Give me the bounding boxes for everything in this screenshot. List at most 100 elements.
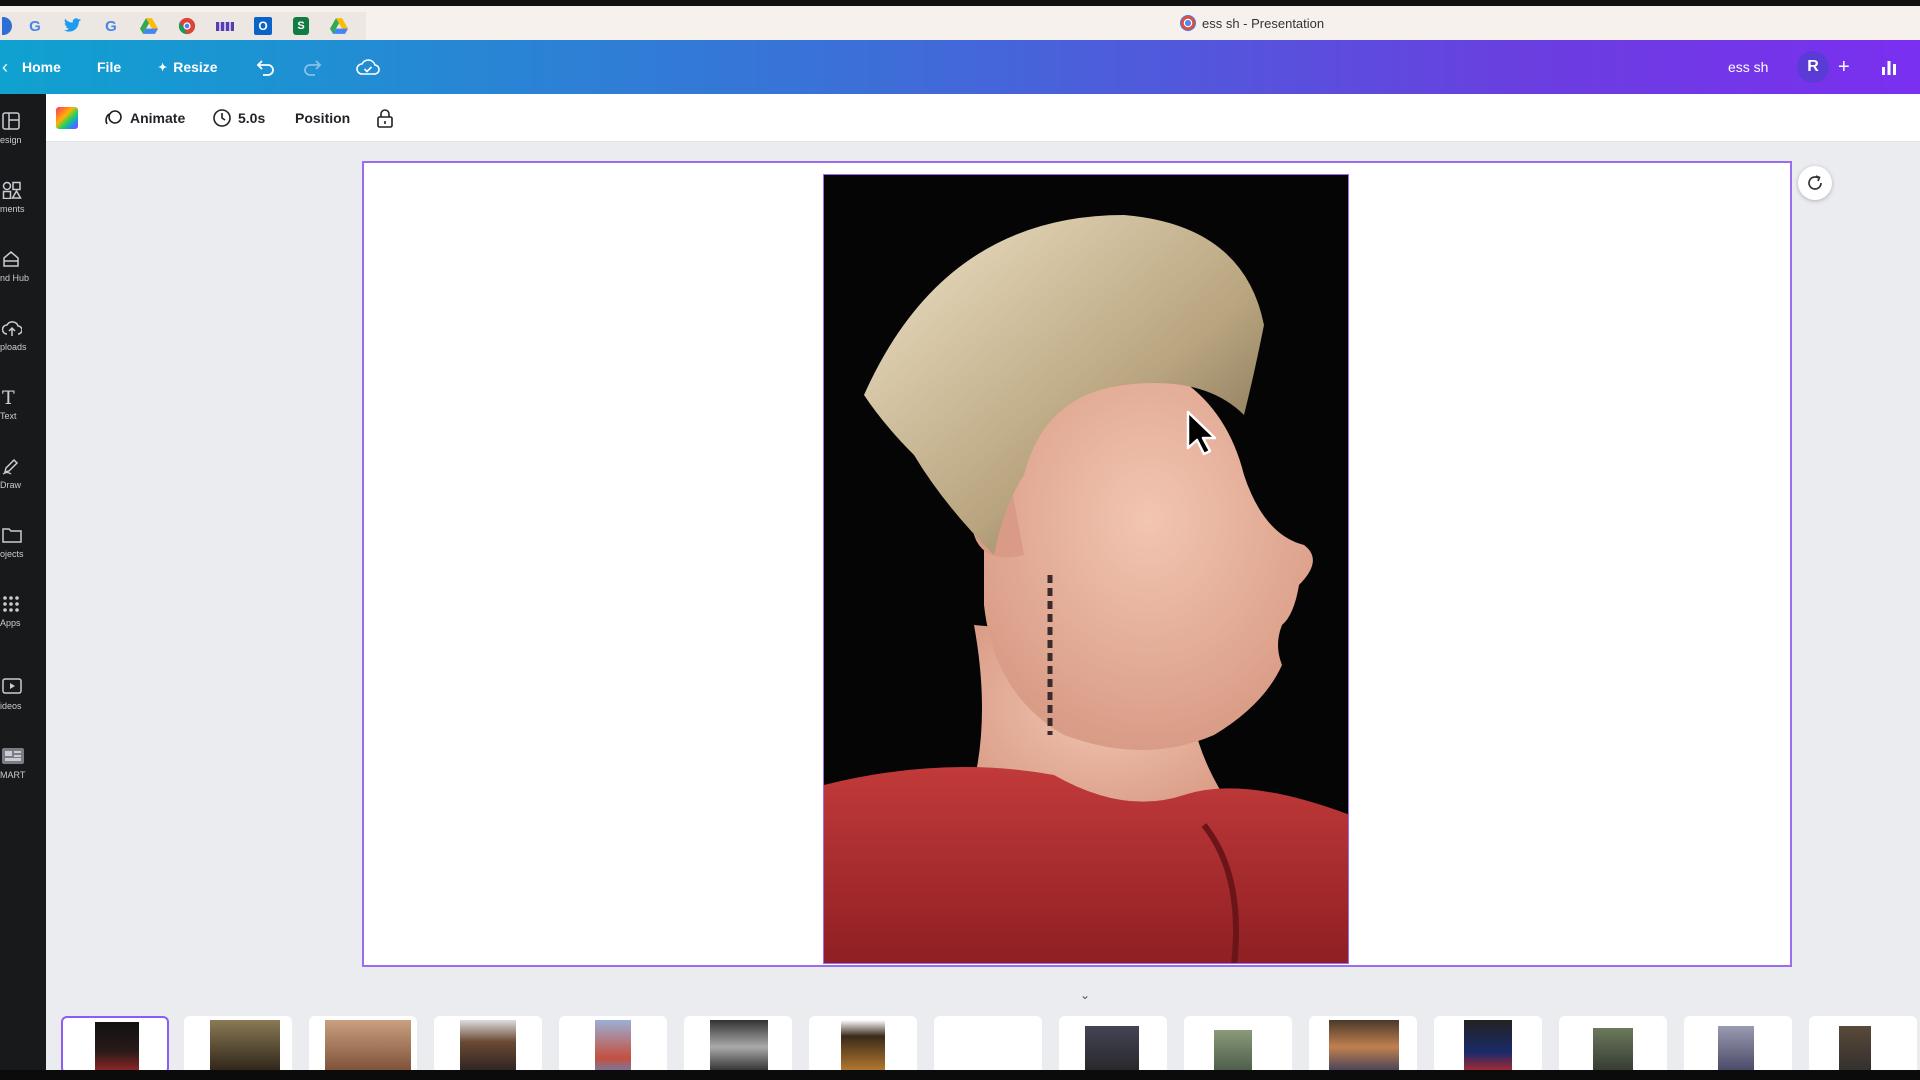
sidebar-item-apps[interactable]: Apps <box>0 583 46 639</box>
text-icon: T <box>2 386 15 409</box>
sidebar-item-videos[interactable]: ideos <box>0 666 46 722</box>
thumbnail-image <box>710 1020 768 1074</box>
file-menu-button[interactable]: File <box>97 40 121 94</box>
design-icon <box>0 111 22 132</box>
thumbnail-image <box>1464 1020 1512 1074</box>
resize-button[interactable]: ✦ Resize <box>158 40 218 94</box>
collapse-filmstrip-chevron-icon[interactable]: ⌄ <box>1075 988 1095 1004</box>
back-chevron-icon[interactable]: ‹ <box>2 40 8 94</box>
regenerate-button[interactable] <box>1798 166 1832 200</box>
cloud-saved-button[interactable] <box>356 40 380 94</box>
chrome-extension-icon[interactable] <box>172 14 202 38</box>
projects-icon <box>0 526 22 546</box>
thumbnail-image <box>1593 1028 1633 1074</box>
refresh-icon <box>1808 175 1822 190</box>
sidebar-item-projects[interactable]: ojects <box>0 514 46 570</box>
clock-icon <box>213 109 231 127</box>
brand-hub-icon <box>0 250 22 270</box>
slide-thumbnail-1[interactable] <box>61 1016 169 1074</box>
slide-thumbnail-9[interactable] <box>1059 1016 1167 1074</box>
uploads-icon <box>0 319 23 339</box>
thumbnail-image <box>595 1020 631 1074</box>
screen: G G O S ess sh - Presentation ‹ Home Fil… <box>0 0 1920 1080</box>
bookmark-blue-icon[interactable] <box>2 14 12 38</box>
slide-thumbnail-12[interactable] <box>1434 1016 1542 1074</box>
home-button[interactable]: Home <box>22 40 61 94</box>
slide-thumbnail-4[interactable] <box>434 1016 542 1074</box>
thumbnail-image <box>1214 1030 1252 1074</box>
thumbnail-image <box>460 1020 516 1074</box>
sidebar-item-draw[interactable]: Draw <box>0 445 46 501</box>
redo-icon <box>304 60 322 76</box>
thumbnail-image <box>841 1020 885 1074</box>
sidebar-item-label: ojects <box>0 548 24 559</box>
user-avatar[interactable]: R <box>1797 51 1829 83</box>
slide-thumbnail-10[interactable] <box>1184 1016 1292 1074</box>
slide-thumbnail-15[interactable] <box>1809 1016 1917 1074</box>
sidebar-item-smart[interactable]: MART <box>0 735 46 791</box>
editor-toolbar: Animate 5.0s Position <box>46 94 1920 142</box>
lock-button[interactable] <box>376 94 394 142</box>
google-icon[interactable]: G <box>96 14 126 38</box>
color-button[interactable] <box>56 94 78 142</box>
position-button[interactable]: Position <box>295 94 350 142</box>
drive-icon[interactable] <box>134 14 164 38</box>
sidebar-item-label: ments <box>0 203 25 214</box>
sidebar-item-design[interactable]: esign <box>0 100 46 156</box>
sidebar-item-brand-hub[interactable]: nd Hub <box>0 238 46 294</box>
videos-icon <box>0 677 22 698</box>
thumbnail-image <box>325 1020 411 1074</box>
slide-thumbnail-5[interactable] <box>559 1016 667 1074</box>
window-title-text: ess sh - Presentation <box>1202 15 1325 31</box>
duration-label: 5.0s <box>238 110 266 126</box>
screen-bottom-edge <box>0 1070 1920 1080</box>
sidebar-item-label: ideos <box>0 700 22 711</box>
drive-icon[interactable] <box>324 14 354 38</box>
redo-button[interactable] <box>302 40 322 94</box>
bar-chart-icon <box>1882 61 1896 75</box>
animate-button[interactable]: Animate <box>104 94 185 142</box>
undo-icon <box>256 60 274 76</box>
document-name[interactable]: ess sh <box>1728 40 1768 94</box>
bookmark-icon[interactable] <box>210 14 240 38</box>
google-icon[interactable]: G <box>20 14 50 38</box>
insights-button[interactable] <box>1880 40 1898 94</box>
twitter-icon[interactable] <box>58 14 88 38</box>
thumbnail-image <box>210 1020 280 1074</box>
undo-button[interactable] <box>256 40 276 94</box>
thumbnail-image <box>95 1022 139 1072</box>
window-title: ess sh - Presentation <box>1180 15 1324 31</box>
sidebar-item-text[interactable]: T Text <box>0 376 46 432</box>
sidebar-item-label: Text <box>0 410 17 421</box>
slide-thumbnail-8[interactable] <box>934 1016 1042 1074</box>
animate-icon <box>105 110 122 125</box>
slide-thumbnail-2[interactable] <box>184 1016 292 1074</box>
slide-thumbnail-3[interactable] <box>309 1016 417 1074</box>
resize-label: Resize <box>173 59 218 75</box>
slide-thumbnail-11[interactable] <box>1309 1016 1417 1074</box>
draw-icon <box>0 457 22 477</box>
slide-thumbnail-14[interactable] <box>1684 1016 1792 1074</box>
slide-thumbnail-6[interactable] <box>684 1016 792 1074</box>
left-sidebar: esign ments nd Hub ploads T Text Draw oj… <box>0 94 46 1074</box>
duration-button[interactable]: 5.0s <box>212 94 265 142</box>
thumbnail-image <box>1085 1026 1139 1074</box>
outlook-icon[interactable]: O <box>248 14 278 38</box>
portrait-photo[interactable] <box>823 174 1349 964</box>
cloud-check-icon <box>356 59 380 75</box>
sidebar-item-elements[interactable]: ments <box>0 169 46 225</box>
bookmarks-bar: G G O S ess sh - Presentation <box>0 0 1920 40</box>
sidebar-item-label: ploads <box>0 341 27 352</box>
slide-thumbnail-7[interactable] <box>809 1016 917 1074</box>
chrome-icon <box>1180 15 1196 31</box>
apps-icon <box>0 595 22 615</box>
sidebar-item-label: nd Hub <box>0 272 30 283</box>
slide-thumbnail-13[interactable] <box>1559 1016 1667 1074</box>
thumbnail-image <box>1839 1026 1871 1074</box>
sidebar-item-uploads[interactable]: ploads <box>0 307 46 363</box>
editor-menubar: ‹ Home File ✦ Resize ess sh R + <box>0 40 1920 94</box>
sidebar-item-label: MART <box>0 769 26 780</box>
sheets-icon[interactable]: S <box>286 14 316 38</box>
add-collaborator-button[interactable]: + <box>1838 40 1850 94</box>
elements-icon <box>0 181 22 201</box>
